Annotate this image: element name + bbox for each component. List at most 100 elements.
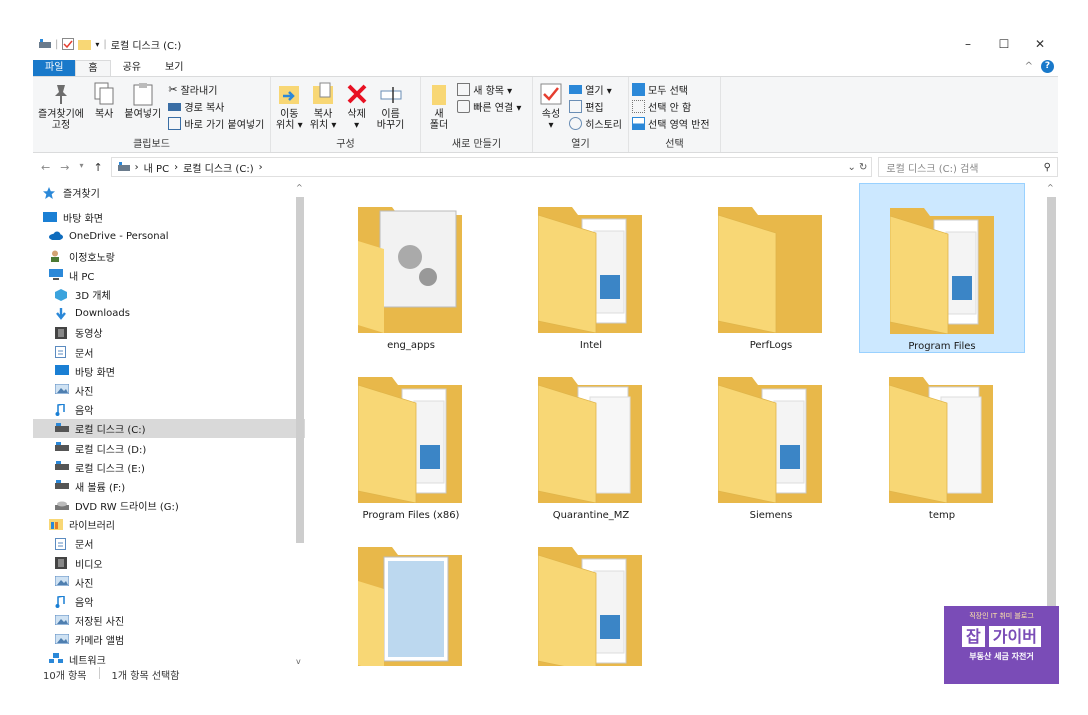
select-none-button[interactable]: 선택 안 함: [632, 98, 710, 115]
sidebar-item[interactable]: 내 PC: [33, 266, 305, 285]
sidebar-item[interactable]: 이정호노랑: [33, 247, 305, 266]
edit-button[interactable]: 편집: [569, 98, 622, 115]
folder-item[interactable]: Siemens: [688, 353, 854, 523]
sidebar-item[interactable]: 동영상: [33, 323, 305, 342]
sidebar-item-label: OneDrive - Personal: [69, 231, 169, 243]
qa-dropdown-icon[interactable]: ▾: [95, 40, 99, 49]
sidebar-item-label: 동영상: [75, 329, 103, 341]
sidebar-item[interactable]: 문서: [33, 343, 305, 362]
sidebar-item[interactable]: 로컬 디스크 (C:): [33, 419, 305, 439]
rename-button[interactable]: 이름 바꾸기: [377, 81, 404, 131]
address-bar[interactable]: › 내 PC › 로컬 디스크 (C:) › ⌄ ↻: [110, 157, 873, 177]
paste-button[interactable]: 붙여넣기: [124, 81, 161, 120]
sidebar-item[interactable]: 바탕 화면: [33, 208, 305, 227]
new-item-button[interactable]: 새 항목 ▾: [457, 81, 521, 98]
properties-check-icon[interactable]: [62, 38, 75, 50]
nav-scrollbar[interactable]: ^ v: [294, 183, 306, 666]
folder-item[interactable]: eng_apps: [328, 183, 494, 353]
select-all-button[interactable]: 모두 선택: [632, 81, 710, 98]
recent-dropdown-icon[interactable]: ▾: [79, 161, 83, 174]
folder-item[interactable]: Program Files (x86): [328, 353, 494, 523]
content-scrollbar[interactable]: ^: [1044, 183, 1058, 666]
folder-icon: [537, 541, 642, 666]
easy-access-button[interactable]: 빠른 연결 ▾: [457, 98, 521, 115]
sidebar-item[interactable]: 바탕 화면: [33, 362, 305, 381]
sidebar-item[interactable]: 음악: [33, 400, 305, 419]
folder-item[interactable]: Quarantine_MZ: [508, 353, 674, 523]
sidebar-item[interactable]: 비디오: [33, 554, 305, 573]
breadcrumb-separator: ›: [134, 161, 139, 173]
forward-icon[interactable]: →: [60, 161, 69, 174]
sidebar-item[interactable]: 로컬 디스크 (E:): [33, 458, 305, 477]
tab-file[interactable]: 파일: [33, 60, 76, 76]
folder-item[interactable]: Program Files: [859, 183, 1025, 353]
sidebar-item[interactable]: 새 볼륨 (F:): [33, 477, 305, 496]
sidebar-item[interactable]: Downloads: [33, 304, 305, 323]
new-folder-button[interactable]: 새 폴더: [426, 81, 452, 131]
up-icon[interactable]: ↑: [93, 161, 102, 174]
scroll-up-icon[interactable]: ^: [1047, 183, 1054, 192]
sidebar-item[interactable]: 문서: [33, 534, 305, 553]
tab-home[interactable]: 홈: [75, 60, 111, 76]
history-button[interactable]: 히스토리: [569, 115, 622, 132]
scroll-up-icon[interactable]: ^: [296, 183, 303, 192]
breadcrumb-local-disk[interactable]: 로컬 디스크 (C:): [183, 160, 254, 175]
minimize-icon[interactable]: –: [950, 30, 986, 58]
nav-scroll-thumb[interactable]: [296, 197, 304, 543]
copy-to-icon: [313, 82, 334, 104]
folder-item[interactable]: temp: [859, 353, 1025, 523]
item-count: 10개 항목: [43, 671, 87, 682]
collapse-ribbon-icon[interactable]: ^: [1025, 61, 1033, 72]
refresh-icon[interactable]: ⌄ ↻: [847, 162, 867, 173]
sidebar-item-label: 문서: [75, 348, 94, 360]
picture-icon: [54, 575, 70, 588]
sidebar-item-label: 문서: [75, 540, 94, 552]
move-to-button[interactable]: 이동 위치 ▾: [276, 81, 303, 131]
sidebar-item[interactable]: 3D 개체: [33, 285, 305, 304]
picture-icon: [54, 633, 70, 646]
sidebar-item-label: 사진: [75, 578, 94, 590]
sidebar-item[interactable]: OneDrive - Personal: [33, 227, 305, 246]
folder-name: Siemens: [749, 510, 793, 521]
delete-button[interactable]: 삭제 ▾: [344, 81, 370, 131]
search-input[interactable]: 로컬 디스크 (C:) 검색 ⚲: [878, 157, 1058, 177]
invert-selection-button[interactable]: 선택 영역 반전: [632, 115, 710, 132]
paste-icon: [133, 83, 153, 106]
tab-share[interactable]: 공유: [111, 60, 153, 76]
sidebar-item[interactable]: 사진: [33, 381, 305, 400]
new-folder-icon[interactable]: [78, 39, 92, 50]
back-icon[interactable]: ←: [41, 161, 50, 174]
sidebar-item[interactable]: 라이브러리: [33, 515, 305, 534]
sidebar-item[interactable]: DVD RW 드라이브 (G:): [33, 496, 305, 515]
tab-view[interactable]: 보기: [153, 60, 195, 76]
sidebar-item[interactable]: 로컬 디스크 (D:): [33, 438, 305, 457]
content-scroll-thumb[interactable]: [1047, 197, 1056, 657]
sidebar-item[interactable]: 음악: [33, 592, 305, 611]
sidebar-item[interactable]: 네트워크: [33, 650, 305, 666]
cut-button[interactable]: ✂ 잘라내기: [168, 81, 264, 98]
sidebar-item[interactable]: 저장된 사진: [33, 611, 305, 630]
copy-to-button[interactable]: 복사 위치 ▾: [310, 81, 336, 131]
sidebar-item[interactable]: 즐겨찾기: [33, 183, 305, 202]
close-icon[interactable]: ✕: [1022, 30, 1058, 58]
open-button[interactable]: 열기 ▾: [569, 81, 622, 98]
copy-button[interactable]: 복사: [91, 81, 117, 120]
help-icon[interactable]: ?: [1041, 60, 1054, 73]
maximize-icon[interactable]: ☐: [986, 30, 1022, 58]
pin-quick-access-button[interactable]: 즐겨찾기에 고정: [38, 81, 84, 131]
breadcrumb-this-pc[interactable]: 내 PC: [144, 160, 169, 175]
scroll-down-icon[interactable]: v: [296, 657, 301, 666]
organize-group: 이동 위치 ▾ 복사 위치 ▾ 삭제 ▾ 이름 바꾸기 구성: [271, 77, 421, 152]
sidebar-item[interactable]: 사진: [33, 573, 305, 592]
folder-item[interactable]: [328, 523, 494, 666]
organize-group-label: 구성: [336, 139, 355, 150]
folder-name: Program Files: [908, 341, 976, 352]
paste-shortcut-button[interactable]: 바로 가기 붙여넣기: [168, 115, 264, 132]
picture-icon: [54, 383, 70, 396]
folder-item[interactable]: Intel: [508, 183, 674, 353]
copy-path-button[interactable]: 경로 복사: [168, 98, 264, 115]
properties-button[interactable]: 속성 ▾: [538, 81, 564, 131]
sidebar-item[interactable]: 카메라 앨범: [33, 630, 305, 649]
folder-item[interactable]: PerfLogs: [688, 183, 854, 353]
folder-item[interactable]: [508, 523, 674, 666]
